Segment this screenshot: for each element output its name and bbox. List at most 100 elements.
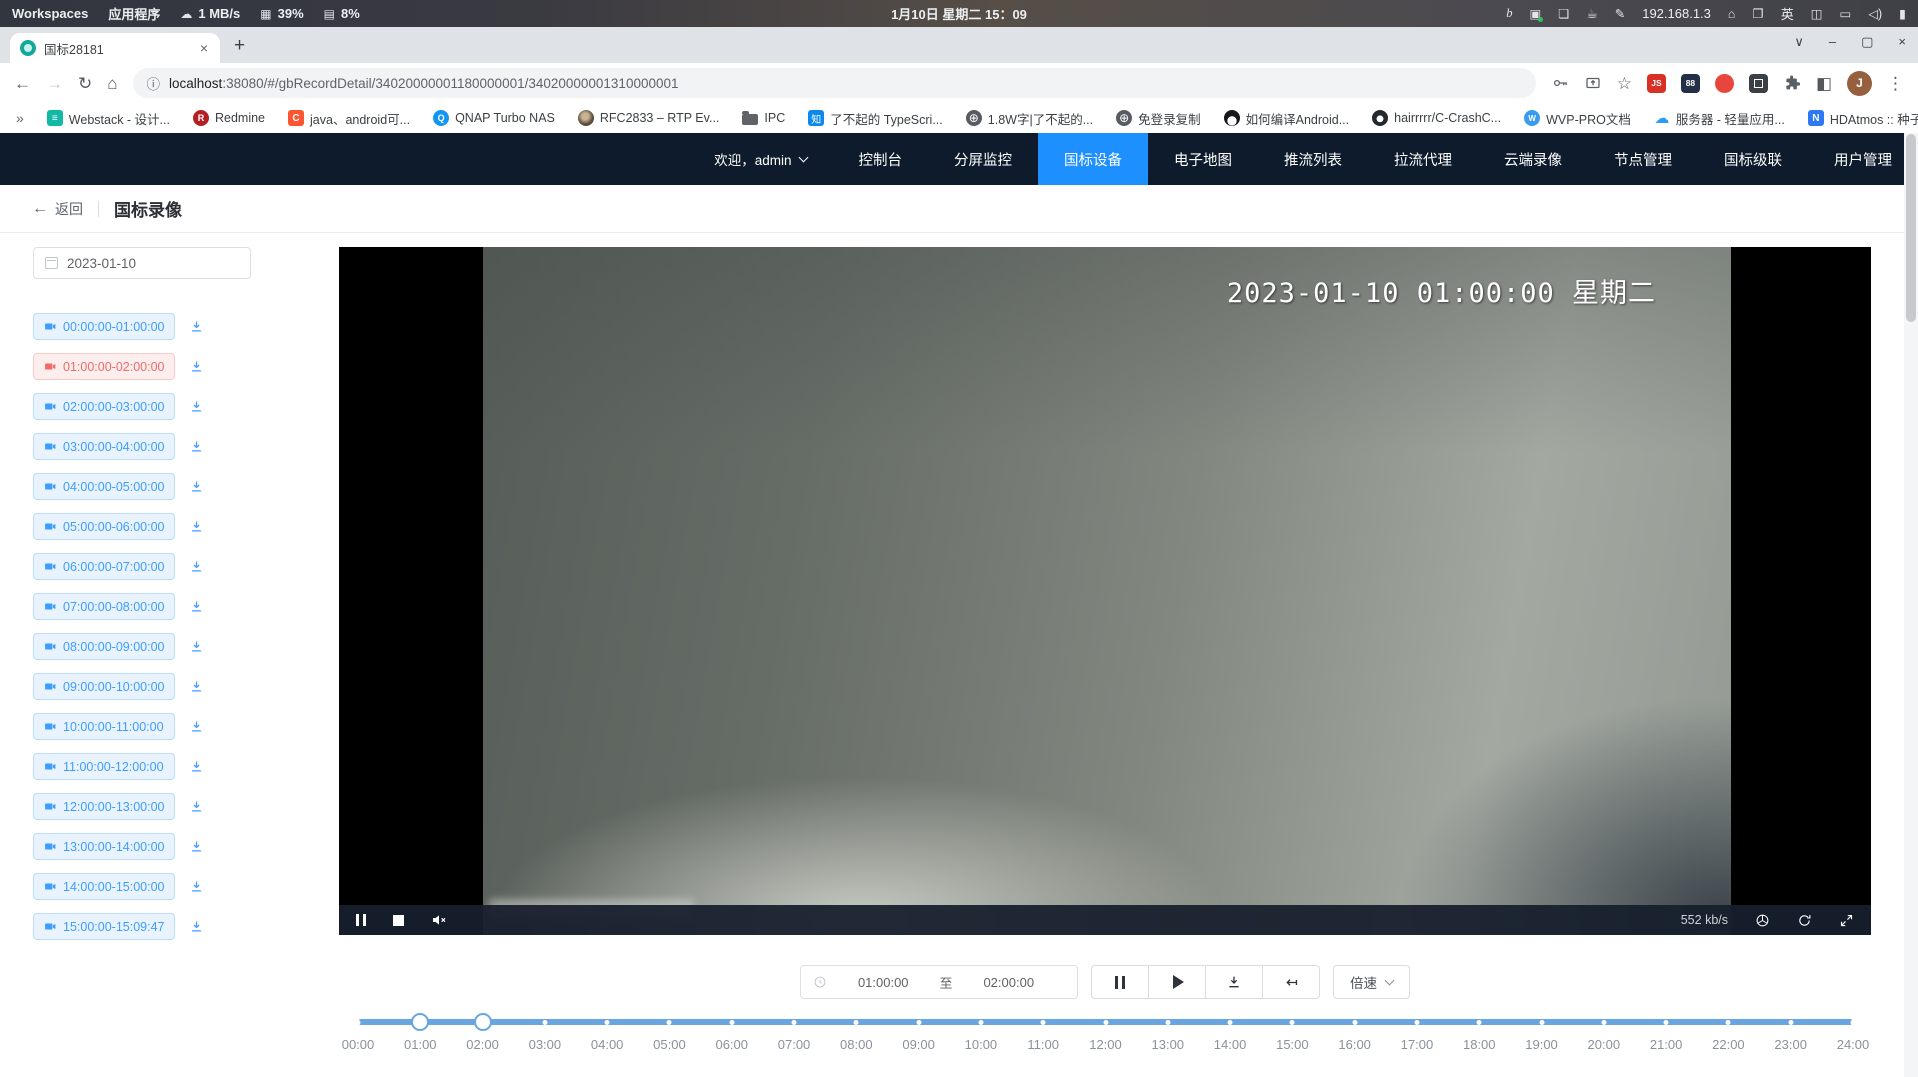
bookmark-item[interactable]: IPC [742, 111, 785, 125]
date-picker-input[interactable]: 2023-01-10 [33, 247, 251, 279]
forward-button[interactable]: → [46, 75, 63, 92]
bookmark-item[interactable]: Redmine [193, 110, 265, 126]
volume-muted-icon[interactable] [431, 912, 447, 928]
bookmark-item[interactable]: WVP-PRO文档 [1524, 109, 1631, 128]
download-segment-button[interactable] [189, 439, 204, 454]
download-segment-button[interactable] [189, 879, 204, 894]
player-stop-button[interactable] [393, 915, 404, 926]
download-segment-button[interactable] [189, 519, 204, 534]
recording-segment-button[interactable]: 13:00:00-14:00:00 [33, 833, 175, 860]
download-segment-button[interactable] [189, 399, 204, 414]
nav-item[interactable]: 控制台 [833, 133, 929, 185]
download-segment-button[interactable] [189, 839, 204, 854]
volume-icon[interactable]: ◁) [1868, 6, 1882, 21]
home-button[interactable]: ⌂ [107, 75, 117, 92]
nav-item[interactable]: 节点管理 [1588, 133, 1698, 185]
timeline-slider[interactable]: 00:0001:0002:0003:0004:0005:0006:0007:00… [358, 1011, 1853, 1059]
download-segment-button[interactable] [189, 639, 204, 654]
extension-icon-4[interactable] [1749, 74, 1768, 93]
recording-segment-button[interactable]: 08:00:00-09:00:00 [33, 633, 175, 660]
end-time-value[interactable]: 02:00:00 [953, 975, 1066, 990]
fullscreen-icon[interactable] [1839, 913, 1854, 928]
recording-segment-button[interactable]: 09:00:00-10:00:00 [33, 673, 175, 700]
window-minimize-button[interactable]: – [1829, 34, 1836, 50]
side-panel-icon[interactable]: ◧ [1816, 75, 1832, 92]
start-time-value[interactable]: 01:00:00 [827, 975, 940, 990]
recording-segment-button[interactable]: 07:00:00-08:00:00 [33, 593, 175, 620]
user-menu[interactable]: 欢迎，admin [714, 149, 806, 169]
tab-close-icon[interactable]: × [198, 40, 210, 56]
window-close-button[interactable]: × [1898, 34, 1906, 50]
browser-menu-icon[interactable]: ⋮ [1887, 75, 1904, 92]
bookmark-item[interactable]: 如何编译Android... [1224, 109, 1350, 128]
recording-segment-button[interactable]: 04:00:00-05:00:00 [33, 473, 175, 500]
bookmark-item[interactable]: 1.8W字|了不起的... [966, 109, 1093, 128]
recording-segment-button[interactable]: 10:00:00-11:00:00 [33, 713, 175, 740]
window-restore-button[interactable]: ▢ [1861, 34, 1873, 50]
pause-button[interactable] [1091, 965, 1149, 999]
bookmark-item[interactable]: java、android可... [288, 109, 410, 128]
nav-item[interactable]: 拉流代理 [1368, 133, 1478, 185]
recording-segment-button[interactable]: 14:00:00-15:00:00 [33, 873, 175, 900]
extension-icon-1[interactable]: JS [1647, 74, 1666, 93]
play-button[interactable] [1148, 965, 1206, 999]
back-link[interactable]: ← 返回 [32, 199, 83, 219]
download-segment-button[interactable] [189, 799, 204, 814]
site-info-icon[interactable]: ⓘ [147, 73, 161, 93]
profile-avatar[interactable]: J [1847, 71, 1872, 96]
ip-address[interactable]: 192.168.1.3 [1642, 6, 1711, 21]
input-language-indicator[interactable]: 英 [1781, 4, 1794, 23]
recording-segment-button[interactable]: 12:00:00-13:00:00 [33, 793, 175, 820]
download-segment-button[interactable] [189, 559, 204, 574]
network-home-icon[interactable]: ⌂ [1728, 7, 1736, 21]
clipboard-tray-icon[interactable]: ❏ [1558, 6, 1569, 21]
snapshot-aperture-icon[interactable] [1755, 913, 1770, 928]
download-segment-button[interactable] [189, 599, 204, 614]
recording-segment-button[interactable]: 05:00:00-06:00:00 [33, 513, 175, 540]
nav-item[interactable]: 国标级联 [1698, 133, 1808, 185]
refresh-icon[interactable] [1797, 913, 1812, 928]
download-segment-button[interactable] [189, 319, 204, 334]
applications-menu[interactable]: 应用程序 [108, 4, 160, 23]
scrollbar-thumb[interactable] [1906, 134, 1916, 322]
page-scrollbar[interactable] [1904, 133, 1918, 1077]
recording-segment-button[interactable]: 02:00:00-03:00:00 [33, 393, 175, 420]
reload-button[interactable]: ↻ [78, 75, 92, 92]
timeline-handle[interactable] [411, 1013, 429, 1031]
extensions-puzzle-icon[interactable] [1783, 74, 1801, 92]
extension-icon-2[interactable]: 88 [1681, 74, 1700, 93]
bookmark-item[interactable]: QNAP Turbo NAS [433, 110, 555, 126]
back-button[interactable]: ← [14, 75, 31, 92]
window-split-icon[interactable]: ◫ [1811, 6, 1823, 21]
nav-item[interactable]: 分屏监控 [928, 133, 1038, 185]
recording-segment-button[interactable]: 11:00:00-12:00:00 [33, 753, 175, 780]
timeline-handle[interactable] [474, 1013, 492, 1031]
pen-tray-icon[interactable]: ✎ [1615, 6, 1625, 21]
nav-item[interactable]: 推流列表 [1258, 133, 1368, 185]
browser-tab[interactable]: 国标28181 × [10, 33, 220, 63]
nav-item[interactable]: 云端录像 [1478, 133, 1588, 185]
send-to-device-icon[interactable] [1584, 74, 1602, 92]
download-button[interactable] [1205, 965, 1263, 999]
password-key-icon[interactable] [1551, 74, 1569, 92]
player-pause-button[interactable] [356, 914, 366, 926]
bookmark-item[interactable]: 服务器 - 轻量应用... [1654, 109, 1785, 128]
recording-segment-button[interactable]: 06:00:00-07:00:00 [33, 553, 175, 580]
bookmark-item[interactable]: HDAtmos :: 种子 *... [1808, 109, 1918, 128]
recording-segment-button[interactable]: 03:00:00-04:00:00 [33, 433, 175, 460]
system-clock[interactable]: 1月10日 星期二 15：09 [891, 4, 1027, 23]
new-tab-button[interactable]: + [234, 35, 245, 57]
bookmark-item[interactable]: 免登录复制 [1116, 109, 1201, 128]
nav-item[interactable]: 用户管理 [1808, 133, 1918, 185]
extension-icon-3[interactable] [1715, 74, 1734, 93]
recording-segment-button[interactable]: 00:00:00-01:00:00 [33, 313, 175, 340]
workspaces-switcher-icon[interactable]: ❐ [1752, 6, 1763, 21]
bookmark-item[interactable]: 了不起的 TypeScri... [808, 109, 943, 128]
download-segment-button[interactable] [189, 919, 204, 934]
nav-item[interactable]: 国标设备 [1038, 133, 1148, 185]
bookmark-item[interactable]: RFC2833 – RTP Ev... [578, 110, 720, 126]
bing-tray-icon[interactable]: b [1506, 6, 1512, 21]
bookmark-item[interactable]: Webstack - 设计... [47, 109, 170, 128]
download-segment-button[interactable] [189, 679, 204, 694]
coffee-tray-icon[interactable]: ☕ [1587, 6, 1598, 21]
